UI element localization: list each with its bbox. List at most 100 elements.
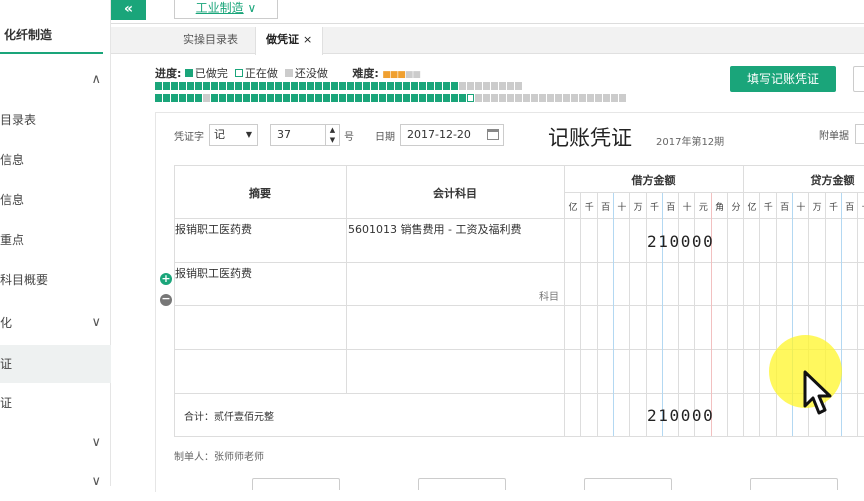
progress-cell[interactable] bbox=[187, 82, 194, 90]
close-icon[interactable]: × bbox=[303, 33, 312, 46]
progress-cell[interactable] bbox=[203, 82, 210, 90]
progress-cell[interactable] bbox=[283, 94, 290, 102]
progress-cell[interactable] bbox=[483, 94, 490, 102]
progress-cell[interactable] bbox=[211, 94, 218, 102]
progress-cell[interactable] bbox=[291, 82, 298, 90]
progress-cell[interactable] bbox=[499, 82, 506, 90]
progress-cell[interactable] bbox=[467, 94, 474, 102]
progress-cell[interactable] bbox=[603, 94, 610, 102]
progress-cell[interactable] bbox=[243, 82, 250, 90]
progress-cell[interactable] bbox=[387, 94, 394, 102]
progress-cell[interactable] bbox=[163, 94, 170, 102]
progress-cell[interactable] bbox=[347, 82, 354, 90]
progress-cell[interactable] bbox=[211, 82, 218, 90]
progress-cell[interactable] bbox=[259, 82, 266, 90]
progress-cell[interactable] bbox=[299, 82, 306, 90]
progress-cell[interactable] bbox=[459, 94, 466, 102]
add-row-icon[interactable]: + bbox=[160, 273, 172, 285]
progress-cell[interactable] bbox=[331, 82, 338, 90]
progress-cell[interactable] bbox=[619, 94, 626, 102]
secondary-button[interactable] bbox=[853, 66, 864, 92]
fill-voucher-button[interactable]: 填写记账凭证 bbox=[730, 66, 836, 92]
progress-cell[interactable] bbox=[235, 94, 242, 102]
sidebar-group-toggle[interactable]: ∧ bbox=[0, 61, 111, 99]
sidebar-collapse-button[interactable]: « bbox=[111, 0, 146, 20]
progress-cell[interactable] bbox=[427, 82, 434, 90]
progress-cell[interactable] bbox=[259, 94, 266, 102]
progress-cell[interactable] bbox=[315, 82, 322, 90]
progress-cell[interactable] bbox=[379, 94, 386, 102]
progress-cell[interactable] bbox=[323, 82, 330, 90]
row-1-account[interactable]: 5601013 销售费用 - 工资及福利费 bbox=[348, 221, 521, 237]
progress-cell[interactable] bbox=[571, 94, 578, 102]
number-spinner[interactable]: ▲ ▼ bbox=[325, 125, 339, 145]
progress-cell[interactable] bbox=[171, 82, 178, 90]
progress-cell[interactable] bbox=[459, 82, 466, 90]
progress-cell[interactable] bbox=[475, 94, 482, 102]
progress-cell[interactable] bbox=[515, 94, 522, 102]
progress-cell[interactable] bbox=[275, 82, 282, 90]
progress-cell[interactable] bbox=[235, 82, 242, 90]
progress-cell[interactable] bbox=[291, 94, 298, 102]
progress-cell[interactable] bbox=[435, 82, 442, 90]
progress-cell[interactable] bbox=[283, 82, 290, 90]
progress-cell[interactable] bbox=[491, 82, 498, 90]
sidebar-item-account-summary[interactable]: 科目概要 bbox=[0, 261, 111, 299]
progress-cell[interactable] bbox=[315, 94, 322, 102]
progress-cell[interactable] bbox=[451, 82, 458, 90]
progress-cell[interactable] bbox=[347, 94, 354, 102]
row-1-summary[interactable]: 报销职工医药费 bbox=[175, 221, 252, 237]
progress-cell[interactable] bbox=[371, 82, 378, 90]
progress-cell[interactable] bbox=[323, 94, 330, 102]
bottom-button-2[interactable] bbox=[418, 478, 506, 490]
sidebar-group-hua[interactable]: 化 ∨ bbox=[0, 304, 111, 342]
date-input[interactable]: 2017-12-20 bbox=[400, 124, 504, 146]
progress-cell[interactable] bbox=[515, 82, 522, 90]
progress-cell[interactable] bbox=[539, 94, 546, 102]
progress-cell[interactable] bbox=[155, 82, 162, 90]
progress-cell[interactable] bbox=[155, 94, 162, 102]
sidebar-group-toggle-3[interactable]: ∨ bbox=[0, 463, 111, 501]
progress-cell[interactable] bbox=[195, 82, 202, 90]
tab-catalog[interactable]: 实操目录表 bbox=[173, 27, 248, 54]
progress-cell[interactable] bbox=[411, 94, 418, 102]
sidebar-item-voucher-active[interactable]: 证 bbox=[0, 345, 111, 383]
progress-cell[interactable] bbox=[339, 94, 346, 102]
progress-cell[interactable] bbox=[395, 82, 402, 90]
progress-cell[interactable] bbox=[507, 94, 514, 102]
progress-cell[interactable] bbox=[195, 94, 202, 102]
progress-cell[interactable] bbox=[307, 82, 314, 90]
progress-cell[interactable] bbox=[371, 94, 378, 102]
progress-cell[interactable] bbox=[563, 94, 570, 102]
progress-cell[interactable] bbox=[219, 94, 226, 102]
progress-cell[interactable] bbox=[379, 82, 386, 90]
bottom-button-1[interactable] bbox=[252, 478, 340, 490]
progress-cell[interactable] bbox=[443, 82, 450, 90]
progress-cell[interactable] bbox=[403, 82, 410, 90]
progress-cell[interactable] bbox=[187, 94, 194, 102]
progress-cell[interactable] bbox=[555, 94, 562, 102]
progress-cell[interactable] bbox=[475, 82, 482, 90]
progress-cell[interactable] bbox=[411, 82, 418, 90]
progress-cell[interactable] bbox=[219, 82, 226, 90]
progress-cell[interactable] bbox=[355, 82, 362, 90]
progress-cell[interactable] bbox=[179, 94, 186, 102]
spin-up-icon[interactable]: ▲ bbox=[326, 125, 339, 135]
progress-cell[interactable] bbox=[579, 94, 586, 102]
progress-cell[interactable] bbox=[203, 94, 210, 102]
progress-cell[interactable] bbox=[531, 94, 538, 102]
calendar-icon[interactable] bbox=[487, 129, 499, 140]
progress-cell[interactable] bbox=[179, 82, 186, 90]
progress-cell[interactable] bbox=[451, 94, 458, 102]
tab-make-voucher[interactable]: 做凭证 × bbox=[255, 27, 324, 55]
progress-cell[interactable] bbox=[363, 82, 370, 90]
sidebar-item-voucher-2[interactable]: 证 bbox=[0, 384, 111, 422]
progress-cell[interactable] bbox=[491, 94, 498, 102]
voucher-number-input[interactable]: 37 ▲ ▼ bbox=[270, 124, 340, 146]
progress-cell[interactable] bbox=[435, 94, 442, 102]
progress-cell[interactable] bbox=[171, 94, 178, 102]
progress-cell[interactable] bbox=[403, 94, 410, 102]
progress-cell[interactable] bbox=[595, 94, 602, 102]
progress-cell[interactable] bbox=[331, 94, 338, 102]
sidebar-item-key-points[interactable]: 重点 bbox=[0, 221, 111, 259]
